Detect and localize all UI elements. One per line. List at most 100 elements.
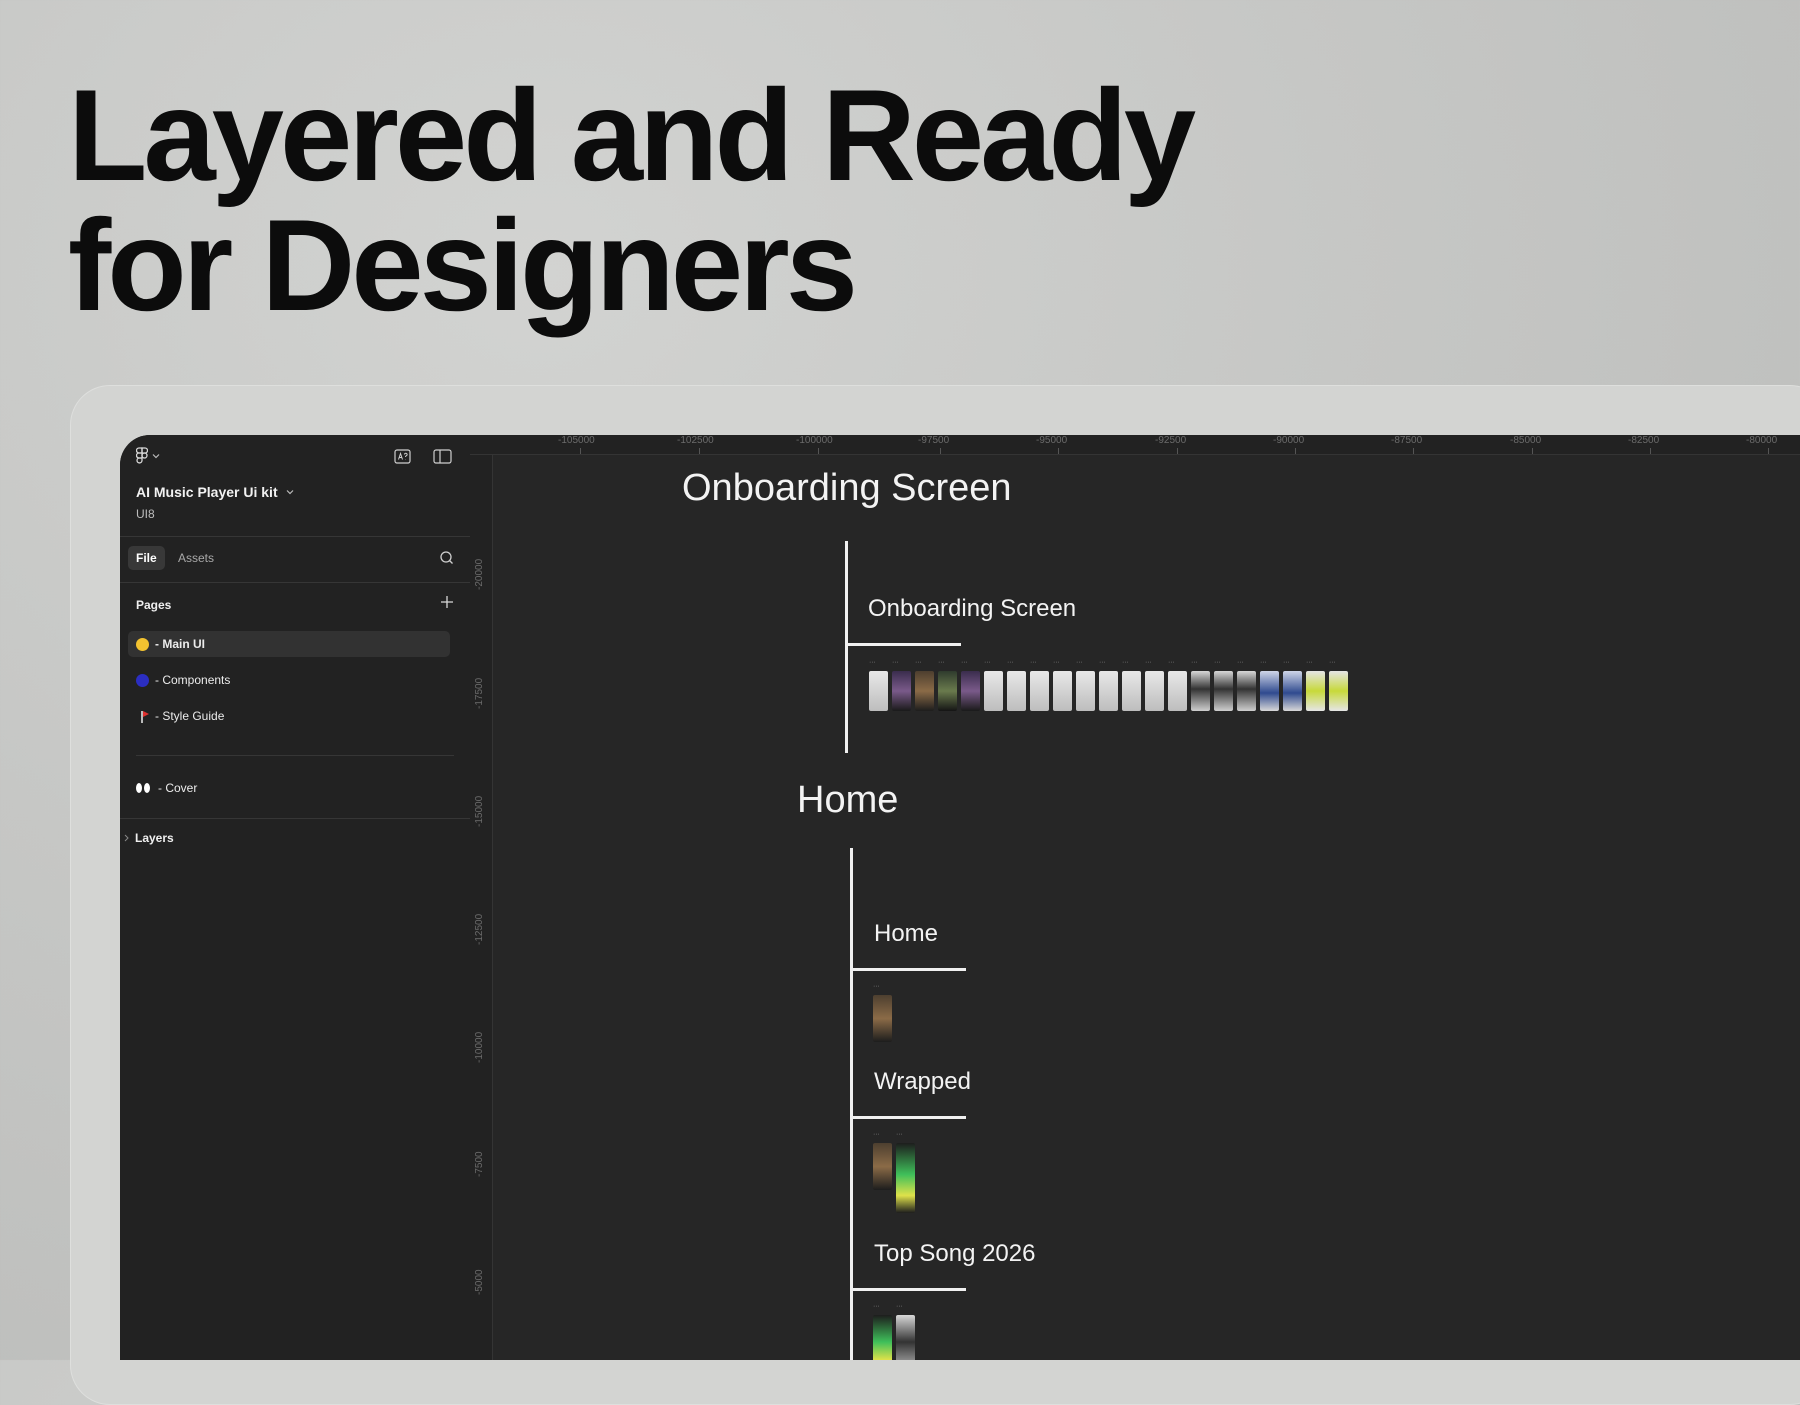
top-ruler: -105000 -102500 -100000 -97500 -95000 -9…	[470, 435, 1800, 455]
left-sidebar: AI Music Player Ui kit UI8 File Assets P…	[120, 435, 471, 1360]
frame-thumbnail[interactable]	[873, 1131, 892, 1190]
tab-assets[interactable]: Assets	[178, 551, 214, 565]
ruler-label: -105000	[558, 435, 595, 446]
ruler-label: -20000	[474, 558, 485, 590]
frame-thumbnail[interactable]	[892, 659, 911, 711]
group-title-wrapped[interactable]: Wrapped	[874, 1068, 971, 1096]
home-frames	[873, 983, 892, 1042]
chevron-right-icon	[124, 834, 129, 842]
onboarding-frames	[869, 659, 1348, 711]
chevron-down-icon	[286, 490, 294, 495]
ruler-label: -85000	[1510, 435, 1542, 446]
ruler-label: -102500	[677, 435, 714, 446]
eyes-icon	[136, 782, 152, 795]
ruler-label: -95000	[1036, 435, 1068, 446]
frame-thumbnail[interactable]	[1329, 659, 1348, 711]
frame-thumbnail[interactable]	[1260, 659, 1279, 711]
divider	[136, 755, 454, 756]
figma-app-window: AI Music Player Ui kit UI8 File Assets P…	[120, 435, 1800, 1360]
headline-line-2: for Designers	[68, 192, 858, 338]
blue-circle-icon	[136, 673, 149, 687]
ruler-label: -80000	[1746, 435, 1778, 446]
frame-thumbnail[interactable]	[1145, 659, 1164, 711]
ruler-tick	[940, 448, 941, 454]
frame-thumbnail[interactable]	[1122, 659, 1141, 711]
ruler-tick	[1650, 448, 1651, 454]
headline-line-1: Layered and Ready	[68, 62, 1196, 208]
sidebar-toolbar	[120, 435, 470, 480]
page-item-cover[interactable]: - Cover	[128, 775, 450, 801]
divider	[120, 818, 470, 819]
frame-thumbnail[interactable]	[1306, 659, 1325, 711]
ruler-tick	[699, 448, 700, 454]
frame-thumbnail[interactable]	[915, 659, 934, 711]
frame-thumbnail[interactable]	[1007, 659, 1026, 711]
frame-thumbnail[interactable]	[1214, 659, 1233, 711]
ruler-tick	[1532, 448, 1533, 454]
group-underline	[850, 1116, 966, 1119]
frame-thumbnail[interactable]	[873, 1303, 892, 1360]
ruler-label: -5000	[474, 1269, 485, 1295]
group-title-top-song[interactable]: Top Song 2026	[874, 1240, 1035, 1268]
ruler-tick	[1768, 448, 1769, 454]
main-menu-button[interactable]	[136, 447, 160, 465]
ruler-label: -87500	[1391, 435, 1423, 446]
ruler-label: -15000	[474, 795, 485, 827]
ruler-label: -82500	[1628, 435, 1660, 446]
page-item-label: - Main UI	[155, 637, 205, 651]
page-item-style-guide[interactable]: - Style Guide	[128, 703, 450, 729]
search-icon[interactable]	[439, 550, 454, 565]
page-item-components[interactable]: - Components	[128, 667, 450, 693]
top-song-frames	[873, 1303, 915, 1360]
frame-thumbnail[interactable]	[1168, 659, 1187, 711]
section-title-home[interactable]: Home	[797, 779, 898, 822]
ruler-tick	[1295, 448, 1296, 454]
ruler-label: -90000	[1273, 435, 1305, 446]
tab-file[interactable]: File	[128, 546, 165, 570]
ruler-label: -10000	[474, 1031, 485, 1063]
frame-thumbnail[interactable]	[1053, 659, 1072, 711]
frame-thumbnail[interactable]	[896, 1303, 915, 1360]
figma-logo-icon	[136, 447, 148, 464]
frame-thumbnail[interactable]	[873, 983, 892, 1042]
smiley-face-icon	[136, 637, 149, 651]
frame-thumbnail[interactable]	[1283, 659, 1302, 711]
add-page-icon[interactable]	[440, 595, 454, 609]
ruler-label: -92500	[1155, 435, 1187, 446]
frame-thumbnail[interactable]	[1076, 659, 1095, 711]
wrapped-frames	[873, 1131, 915, 1213]
page-item-main-ui[interactable]: - Main UI	[128, 631, 450, 657]
page-item-label: - Cover	[158, 781, 198, 795]
group-title-onboarding[interactable]: Onboarding Screen	[868, 595, 1076, 623]
ai-text-icon[interactable]	[394, 449, 411, 464]
layers-section-toggle[interactable]: Layers	[124, 831, 174, 845]
section-connector-line	[845, 541, 848, 753]
ruler-label: -100000	[796, 435, 833, 446]
ruler-label: -12500	[474, 913, 485, 945]
frame-thumbnail[interactable]	[896, 1131, 915, 1213]
project-name-button[interactable]: AI Music Player Ui kit	[136, 484, 294, 500]
frame-thumbnail[interactable]	[961, 659, 980, 711]
frame-thumbnail[interactable]	[1099, 659, 1118, 711]
panel-toggle-icon[interactable]	[433, 449, 452, 464]
ruler-label: -17500	[474, 677, 485, 709]
divider	[120, 582, 470, 583]
group-title-home[interactable]: Home	[874, 920, 938, 948]
headline: Layered and Ready for Designers	[68, 62, 1196, 338]
page-item-label: - Components	[155, 673, 231, 687]
frame-thumbnail[interactable]	[1191, 659, 1210, 711]
ruler-tick	[818, 448, 819, 454]
group-underline	[850, 968, 966, 971]
golf-flag-icon	[136, 710, 149, 723]
frame-thumbnail[interactable]	[1030, 659, 1049, 711]
section-title-onboarding[interactable]: Onboarding Screen	[682, 467, 1012, 510]
project-name: AI Music Player Ui kit	[136, 484, 278, 500]
frame-thumbnail[interactable]	[1237, 659, 1256, 711]
project-team: UI8	[136, 507, 155, 521]
page-item-label: - Style Guide	[155, 709, 225, 723]
ruler-tick	[1058, 448, 1059, 454]
frame-thumbnail[interactable]	[984, 659, 1003, 711]
frame-thumbnail[interactable]	[938, 659, 957, 711]
frame-thumbnail[interactable]	[869, 659, 888, 711]
divider	[120, 536, 470, 537]
